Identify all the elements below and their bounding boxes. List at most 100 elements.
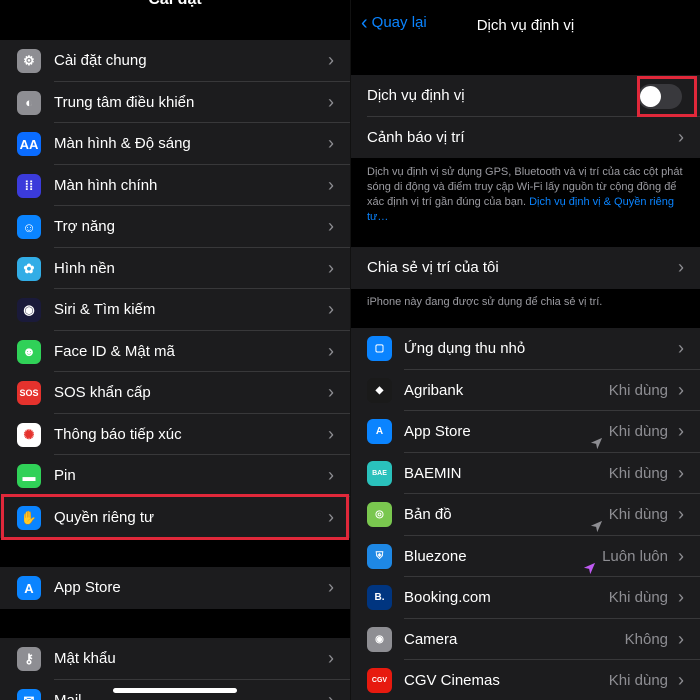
location-services-toggle[interactable] xyxy=(638,84,682,109)
booking-icon: B. xyxy=(367,585,392,610)
permission-value-text: Khi dùng xyxy=(608,464,668,482)
settings-item-pin[interactable]: ▬ Pin › xyxy=(0,455,350,497)
chevron-right-icon: › xyxy=(328,299,334,319)
settings-item-label: Pin xyxy=(54,467,76,484)
app-name: Camera xyxy=(404,630,458,648)
chevron-right-icon: › xyxy=(328,174,334,195)
chevron-right-icon: › xyxy=(328,465,334,485)
chevron-right-icon: › xyxy=(328,506,334,527)
settings-item-sos-khan-cap[interactable]: SOS SOS khẩn cấp › xyxy=(0,372,350,414)
settings-item-label: Face ID & Mật mã xyxy=(54,342,175,360)
mail-icon: ✉ xyxy=(17,688,41,700)
settings-item-trung-tam-dieu-khien[interactable]: ◐ Trung tâm điều khiển › xyxy=(0,82,350,123)
settings-item-tro-nang[interactable]: ☺ Trợ năng › xyxy=(0,206,350,248)
app-row-cgv-cinemas[interactable]: CGV CGV Cinemas Khi dùng › xyxy=(351,660,700,700)
settings-item-label: Mật khẩu xyxy=(54,650,116,667)
permission-value: Khi dùng xyxy=(590,494,668,536)
settings-item-man-hinh-chinh[interactable]: ⁞⁞ Màn hình chính › xyxy=(0,165,350,206)
settings-pane: Cài đặt ⚙ Cài đặt chung › ◐ Trung tâm điều k… xyxy=(0,0,350,700)
chevron-right-icon: › xyxy=(328,423,334,444)
settings-item-label: Trung tâm điều khiển xyxy=(54,93,195,111)
location-services-label: Dịch vụ định vị xyxy=(367,87,465,104)
display-brightness-icon: AA xyxy=(17,132,41,156)
settings-item-label: SOS khẩn cấp xyxy=(54,384,151,401)
app-name: Agribank xyxy=(404,381,464,399)
settings-item-label: Hình nền xyxy=(54,259,115,277)
share-location-label: Chia sẻ vị trí của tôi xyxy=(367,259,499,276)
share-note: iPhone này đang được sử dụng để chia sẻ … xyxy=(367,296,603,308)
privacy-hand-icon: ✋ xyxy=(17,505,41,530)
location-alerts-row[interactable]: Cảnh báo vị trí › xyxy=(351,117,700,159)
app-row-baemin[interactable]: BAE BAEMIN Khi dùng › xyxy=(351,453,700,494)
baemin-icon: BAE xyxy=(367,460,392,486)
location-arrow-icon xyxy=(590,508,603,533)
page-title: Cài đặt xyxy=(0,0,350,9)
chevron-right-icon: › xyxy=(678,545,684,566)
chevron-right-icon: › xyxy=(328,91,334,112)
cgv-icon: CGV xyxy=(367,668,392,693)
camera-icon: ◉ xyxy=(367,626,392,652)
settings-item-man-hinh-do-sang[interactable]: AA Màn hình & Độ sáng › xyxy=(0,123,350,165)
app-row-agribank[interactable]: ◆ Agribank Khi dùng › xyxy=(351,370,700,411)
maps-icon: ◎ xyxy=(367,502,392,527)
settings-item-label: App Store xyxy=(54,579,121,596)
wallpaper-icon: ✿ xyxy=(17,256,41,281)
accessibility-icon: ☺ xyxy=(17,215,41,239)
permission-value: Khi dùng xyxy=(590,411,668,453)
permission-value-text: Luôn luôn xyxy=(602,547,668,565)
face-id-icon: ☻ xyxy=(17,339,41,364)
settings-item-quyen-rieng-tu[interactable]: ✋ Quyền riêng tư › xyxy=(0,497,350,539)
chevron-right-icon: › xyxy=(678,421,684,441)
settings-item-mat-khau[interactable]: ⚷ Mật khẩu › xyxy=(0,638,350,680)
settings-item-cai-dat-chung[interactable]: ⚙ Cài đặt chung › xyxy=(0,40,350,82)
chevron-right-icon: › xyxy=(678,587,684,607)
control-center-icon: ◐ xyxy=(17,90,41,115)
app-row-booking-com[interactable]: B. Booking.com Khi dùng › xyxy=(351,577,700,619)
app-row-ung-dung-thu-nho[interactable]: ▢ Ứng dụng thu nhỏ › xyxy=(351,328,700,370)
permission-value: Khi dùng xyxy=(609,577,668,619)
chevron-right-icon: › xyxy=(678,126,684,147)
home-indicator xyxy=(113,688,237,693)
chevron-right-icon: › xyxy=(328,648,334,668)
home-screen-icon: ⁞⁞ xyxy=(17,173,41,198)
settings-item-thong-bao-tiep-xuc[interactable]: ✺ Thông báo tiếp xúc › xyxy=(0,414,350,455)
app-row-bluezone[interactable]: ⛨ Bluezone Luôn luôn › xyxy=(351,536,700,577)
settings-item-label: Trợ năng xyxy=(54,218,115,235)
chevron-right-icon: › xyxy=(328,689,334,700)
share-location-group: Chia sẻ vị trí của tôi › xyxy=(351,247,700,289)
toggle-knob xyxy=(640,86,661,107)
app-name: Booking.com xyxy=(404,589,491,606)
permission-value-text: Khi dùng xyxy=(608,589,668,606)
permission-value: Khi dùng xyxy=(609,660,668,700)
settings-item-label: Siri & Tìm kiếm xyxy=(54,301,156,318)
settings-item-app-store[interactable]: A App Store › xyxy=(0,567,350,609)
settings-item-siri-tim-kiem[interactable]: ◉ Siri & Tìm kiếm › xyxy=(0,289,350,331)
settings-item-label: Mail xyxy=(54,691,82,700)
chevron-right-icon: › xyxy=(328,50,334,70)
location-arrow-active-icon xyxy=(583,550,596,574)
exposure-notification-icon: ✺ xyxy=(17,422,41,447)
location-arrow-icon xyxy=(590,425,603,450)
app-name: App Store xyxy=(404,423,471,440)
app-row-ban-do[interactable]: ◎ Bản đồ Khi dùng › xyxy=(351,494,700,536)
nav-bar: ‹ Quay lại Dịch vụ định vị xyxy=(351,0,700,46)
agribank-icon: ◆ xyxy=(367,377,392,403)
chevron-right-icon: › xyxy=(678,379,684,400)
app-permissions-list: ▢ Ứng dụng thu nhỏ › ◆ Agribank Khi dùng › A App… xyxy=(351,328,700,700)
bluezone-icon: ⛨ xyxy=(367,543,392,569)
share-location-row[interactable]: Chia sẻ vị trí của tôi › xyxy=(351,247,700,289)
app-row-camera[interactable]: ◉ Camera Không › xyxy=(351,619,700,660)
gear-icon: ⚙ xyxy=(17,49,41,73)
settings-item-hinh-nen[interactable]: ✿ Hình nền › xyxy=(0,248,350,289)
app-row-app-store[interactable]: A App Store Khi dùng › xyxy=(351,411,700,453)
location-footnote: Dịch vụ định vị sử dụng GPS, Bluetooth v… xyxy=(367,165,687,225)
chevron-right-icon: › xyxy=(328,216,334,236)
settings-item-label: Quyền riêng tư xyxy=(54,508,155,526)
settings-group-store: A App Store › xyxy=(0,567,350,609)
siri-icon: ◉ xyxy=(17,298,41,322)
nav-title: Dịch vụ định vị xyxy=(476,17,575,34)
location-alerts-label: Cảnh báo vị trí xyxy=(367,128,465,146)
settings-item-face-id-mat-ma[interactable]: ☻ Face ID & Mật mã › xyxy=(0,331,350,372)
settings-item-label: Cài đặt chung xyxy=(54,52,147,69)
chevron-right-icon: › xyxy=(678,462,684,483)
